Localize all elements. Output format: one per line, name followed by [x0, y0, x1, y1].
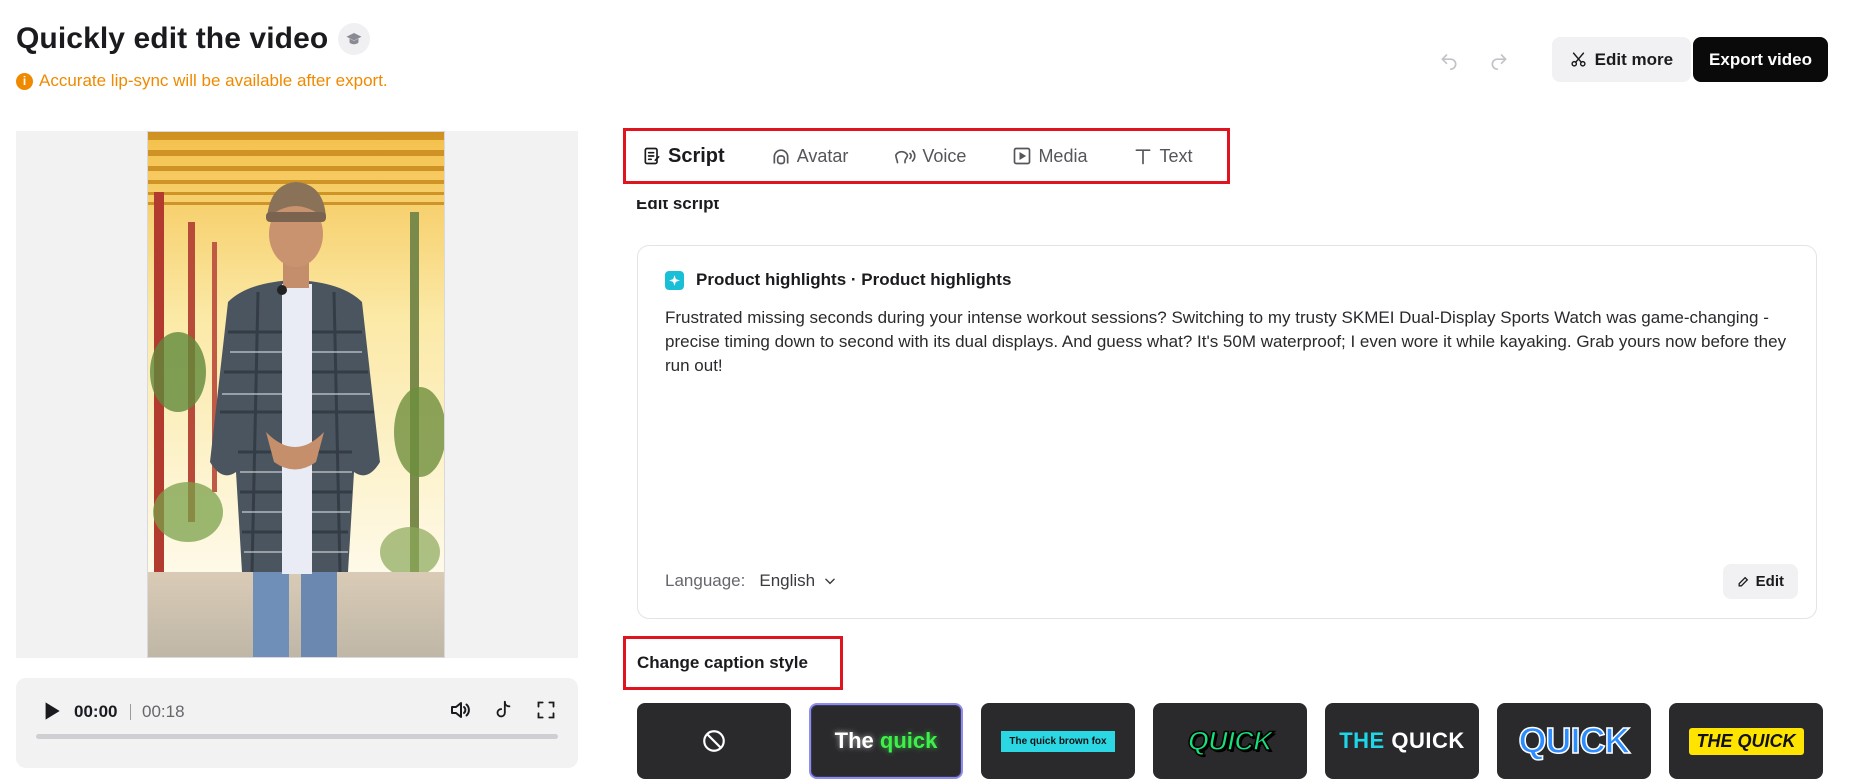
tab-voice-label: Voice	[922, 145, 967, 166]
caption-outline-preview: QUICK	[1187, 725, 1273, 757]
caption-style-duo[interactable]: THE QUICK	[1325, 703, 1479, 779]
edit-label: Edit	[1755, 573, 1784, 590]
edit-more-button[interactable]: Edit more	[1551, 37, 1692, 82]
tab-text-label: Text	[1159, 145, 1193, 166]
total-time: 00:18	[142, 702, 185, 721]
language-value: English	[759, 571, 816, 590]
tab-script[interactable]: Script	[642, 145, 725, 168]
caption-style-box[interactable]: The quick brown fox	[981, 703, 1135, 779]
section-heading: Edit script	[636, 200, 720, 213]
script-body[interactable]: Frustrated missing seconds during your i…	[665, 306, 1795, 378]
script-card-header: Product highlights · Product highlights	[665, 270, 1011, 290]
caption-style-list: The quick The quick brown fox QUICK THE …	[637, 703, 1823, 779]
caption-box-preview: The quick brown fox	[1001, 730, 1115, 752]
pencil-icon	[1738, 576, 1748, 587]
caption-style-highlight[interactable]: THE QUICK	[1669, 703, 1823, 779]
tab-text[interactable]: Text	[1133, 146, 1192, 167]
caption-duo-preview: THE QUICK	[1339, 728, 1465, 753]
notice-text: Accurate lip-sync will be available afte…	[39, 71, 388, 90]
editor-tabs: Script Avatar Voice Media Text	[623, 128, 1230, 184]
tab-script-label: Script	[668, 144, 725, 167]
script-title: Product highlights · Product highlights	[696, 270, 1012, 289]
no-caption-icon	[703, 730, 725, 752]
caption-glow-preview: The quick	[834, 728, 938, 753]
voice-icon	[895, 150, 916, 164]
text-icon	[1135, 149, 1151, 165]
caption-style-none[interactable]	[637, 703, 791, 779]
caption-style-glow[interactable]: The quick	[809, 703, 963, 779]
edit-more-label: Edit more	[1594, 49, 1674, 69]
tab-media[interactable]: Media	[1012, 146, 1087, 167]
language-row: Language: English	[665, 571, 837, 591]
avatar-video-frame	[147, 131, 445, 658]
volume-icon[interactable]	[446, 696, 474, 724]
info-icon: i	[16, 72, 33, 90]
caption-style-outline[interactable]: QUICK	[1153, 703, 1307, 779]
current-time: 00:00	[74, 702, 118, 721]
tab-avatar-label: Avatar	[796, 145, 849, 166]
progress-bar[interactable]	[36, 734, 558, 739]
scissors-icon	[1571, 52, 1586, 67]
media-icon	[1014, 147, 1031, 165]
caption-style-heading: Change caption style	[623, 636, 843, 690]
fullscreen-icon[interactable]	[532, 696, 560, 724]
sparkle-icon	[665, 270, 684, 290]
undo-icon[interactable]	[1424, 38, 1474, 82]
caption-style-stroke[interactable]: QUICK	[1497, 703, 1651, 779]
app-root: Quickly edit the video i Accurate lip-sy…	[0, 0, 1849, 784]
title-row: Quickly edit the video	[16, 22, 371, 56]
video-preview[interactable]	[16, 131, 578, 658]
script-icon	[644, 147, 660, 165]
language-label: Language:	[665, 571, 746, 590]
top-actions: Edit more Export video	[1424, 37, 1828, 82]
export-video-button[interactable]: Export video	[1693, 37, 1828, 82]
tab-voice[interactable]: Voice	[894, 146, 966, 167]
language-select[interactable]: English	[759, 571, 837, 591]
edit-script-button[interactable]: Edit	[1722, 564, 1798, 599]
caption-highlight-preview: THE QUICK	[1688, 727, 1804, 755]
player-controls: 00:00 00:18	[16, 678, 578, 768]
redo-icon[interactable]	[1474, 38, 1524, 82]
tab-avatar[interactable]: Avatar	[771, 145, 849, 167]
script-card: Product highlights · Product highlights …	[637, 245, 1817, 619]
avatar-icon	[773, 149, 789, 165]
graduation-cap-icon[interactable]	[338, 23, 371, 55]
time-divider	[130, 704, 131, 720]
tiktok-icon[interactable]	[489, 696, 517, 724]
caption-stroke-preview: QUICK	[1518, 719, 1632, 762]
tab-media-label: Media	[1038, 145, 1088, 166]
lip-sync-notice: i Accurate lip-sync will be available af…	[16, 71, 388, 91]
play-icon[interactable]	[38, 698, 64, 729]
page-title: Quickly edit the video	[16, 22, 329, 55]
chevron-down-icon	[825, 578, 835, 585]
